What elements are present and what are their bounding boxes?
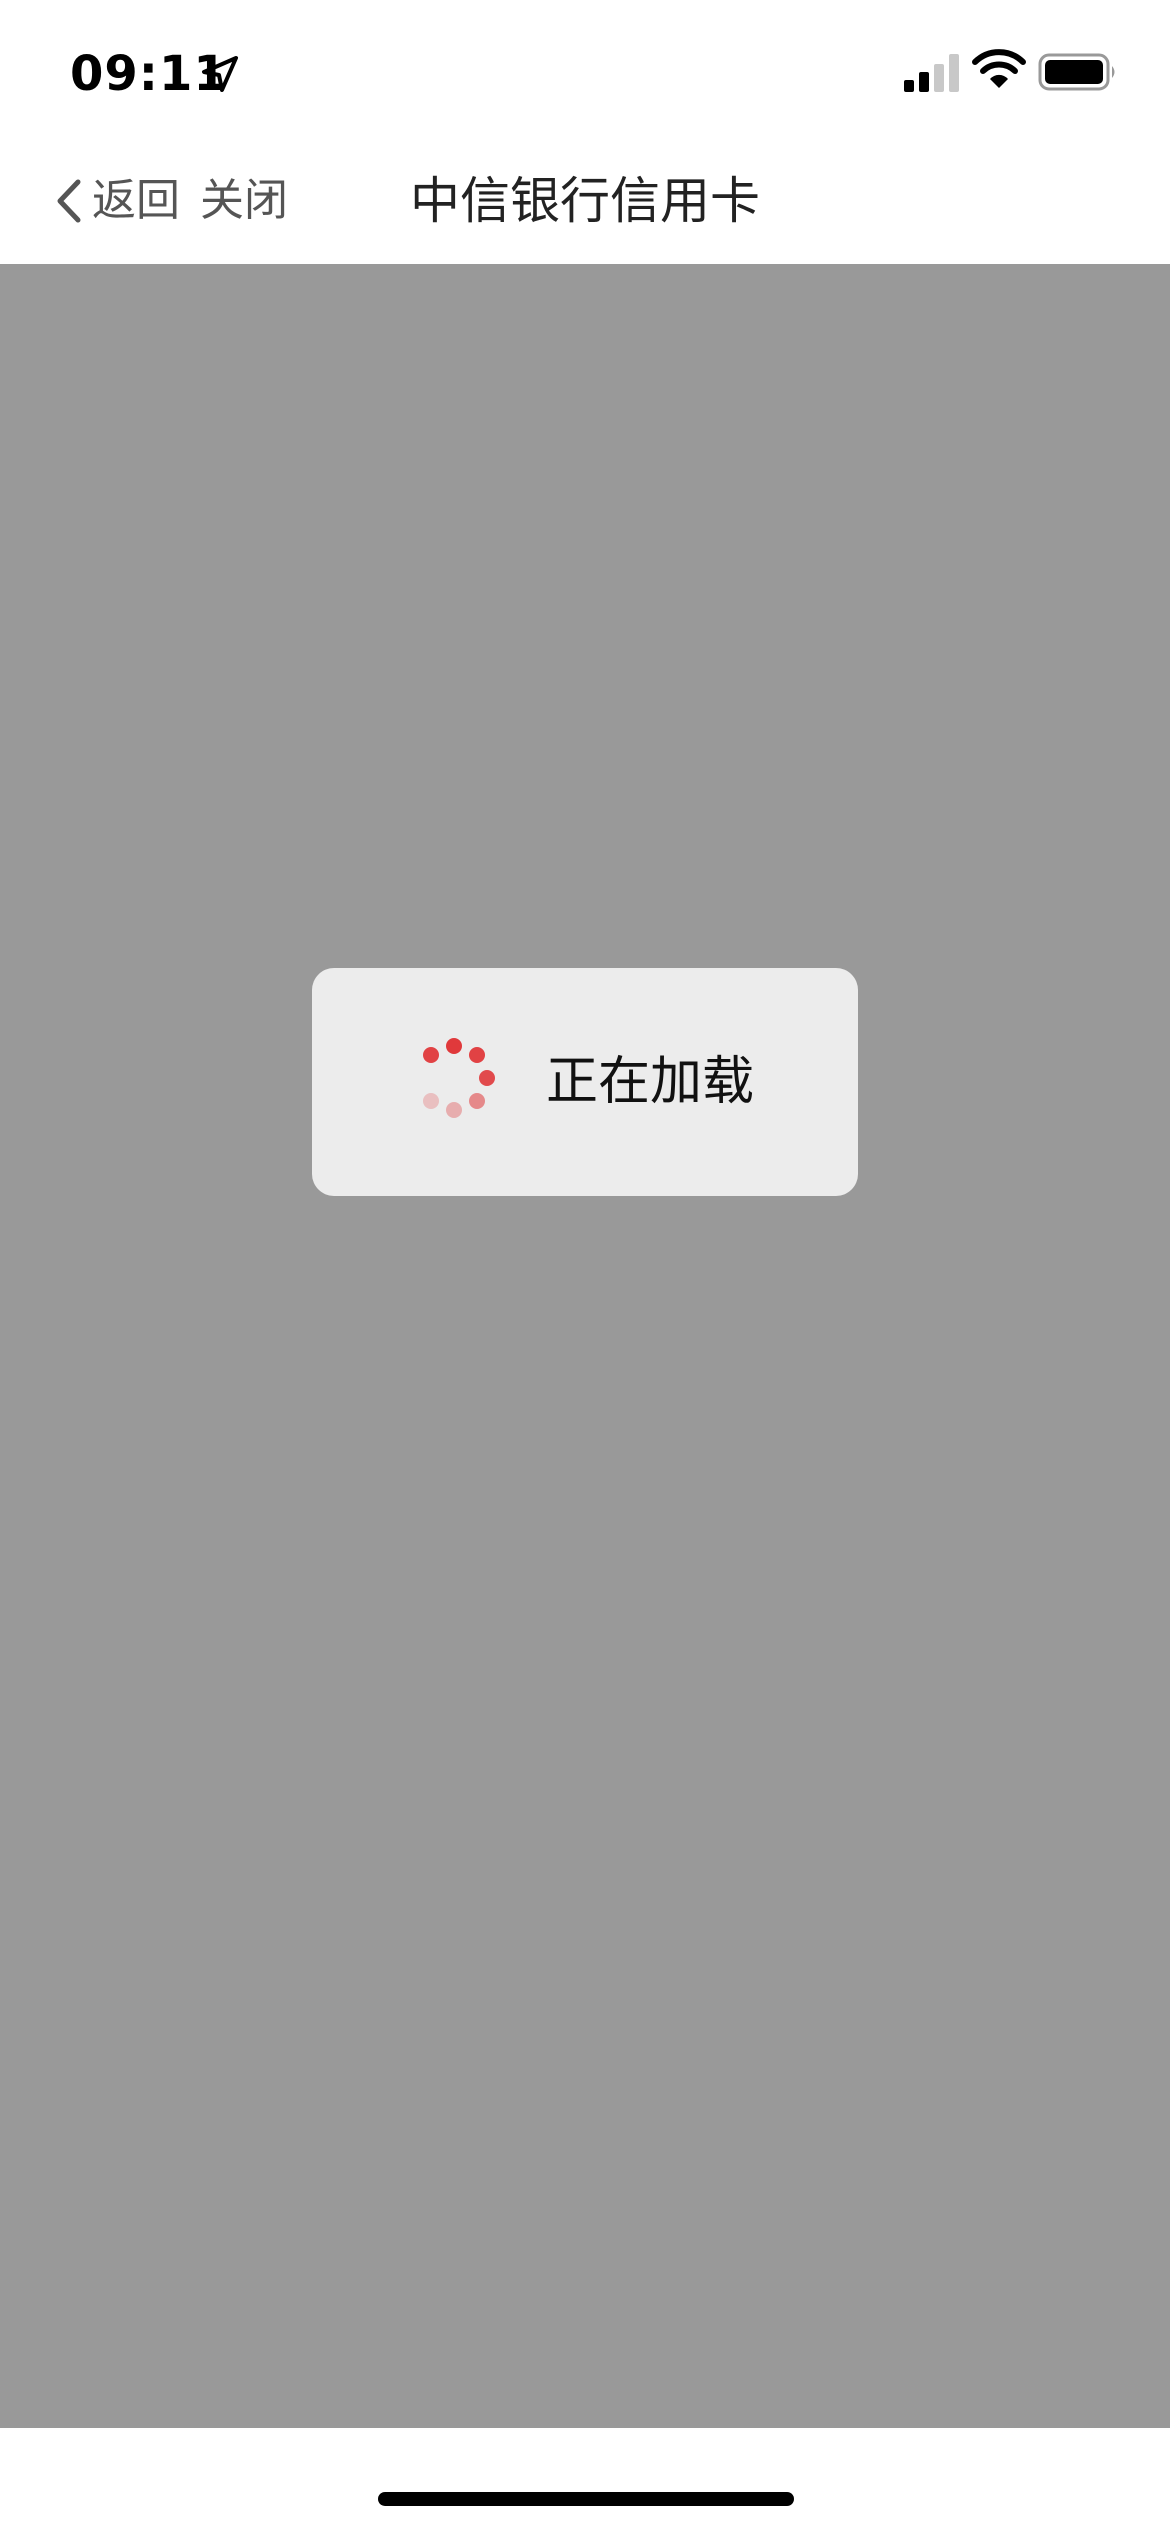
- back-label: 返回: [92, 175, 180, 226]
- wifi-icon: [972, 49, 1026, 88]
- battery-icon: [1038, 53, 1115, 91]
- bottom-bar: [0, 2428, 1170, 2532]
- home-indicator[interactable]: [378, 2492, 794, 2506]
- status-bar: 09:11: [0, 0, 1170, 140]
- web-content-area: [0, 264, 1170, 2428]
- loading-text: 正在加载: [546, 1052, 755, 1112]
- page-title: 中信银行信用卡: [410, 172, 760, 230]
- location-arrow-icon: [202, 56, 238, 92]
- nav-bar: 返回 关闭 中信银行信用卡: [0, 140, 1170, 264]
- cellular-signal-icon: [904, 54, 959, 92]
- loading-toast: 正在加载: [312, 968, 858, 1196]
- close-button[interactable]: 关闭: [200, 166, 288, 236]
- back-button[interactable]: 返回: [52, 166, 180, 236]
- close-label: 关闭: [200, 175, 288, 226]
- loading-spinner-icon: [423, 1038, 495, 1118]
- chevron-left-icon: [57, 179, 81, 223]
